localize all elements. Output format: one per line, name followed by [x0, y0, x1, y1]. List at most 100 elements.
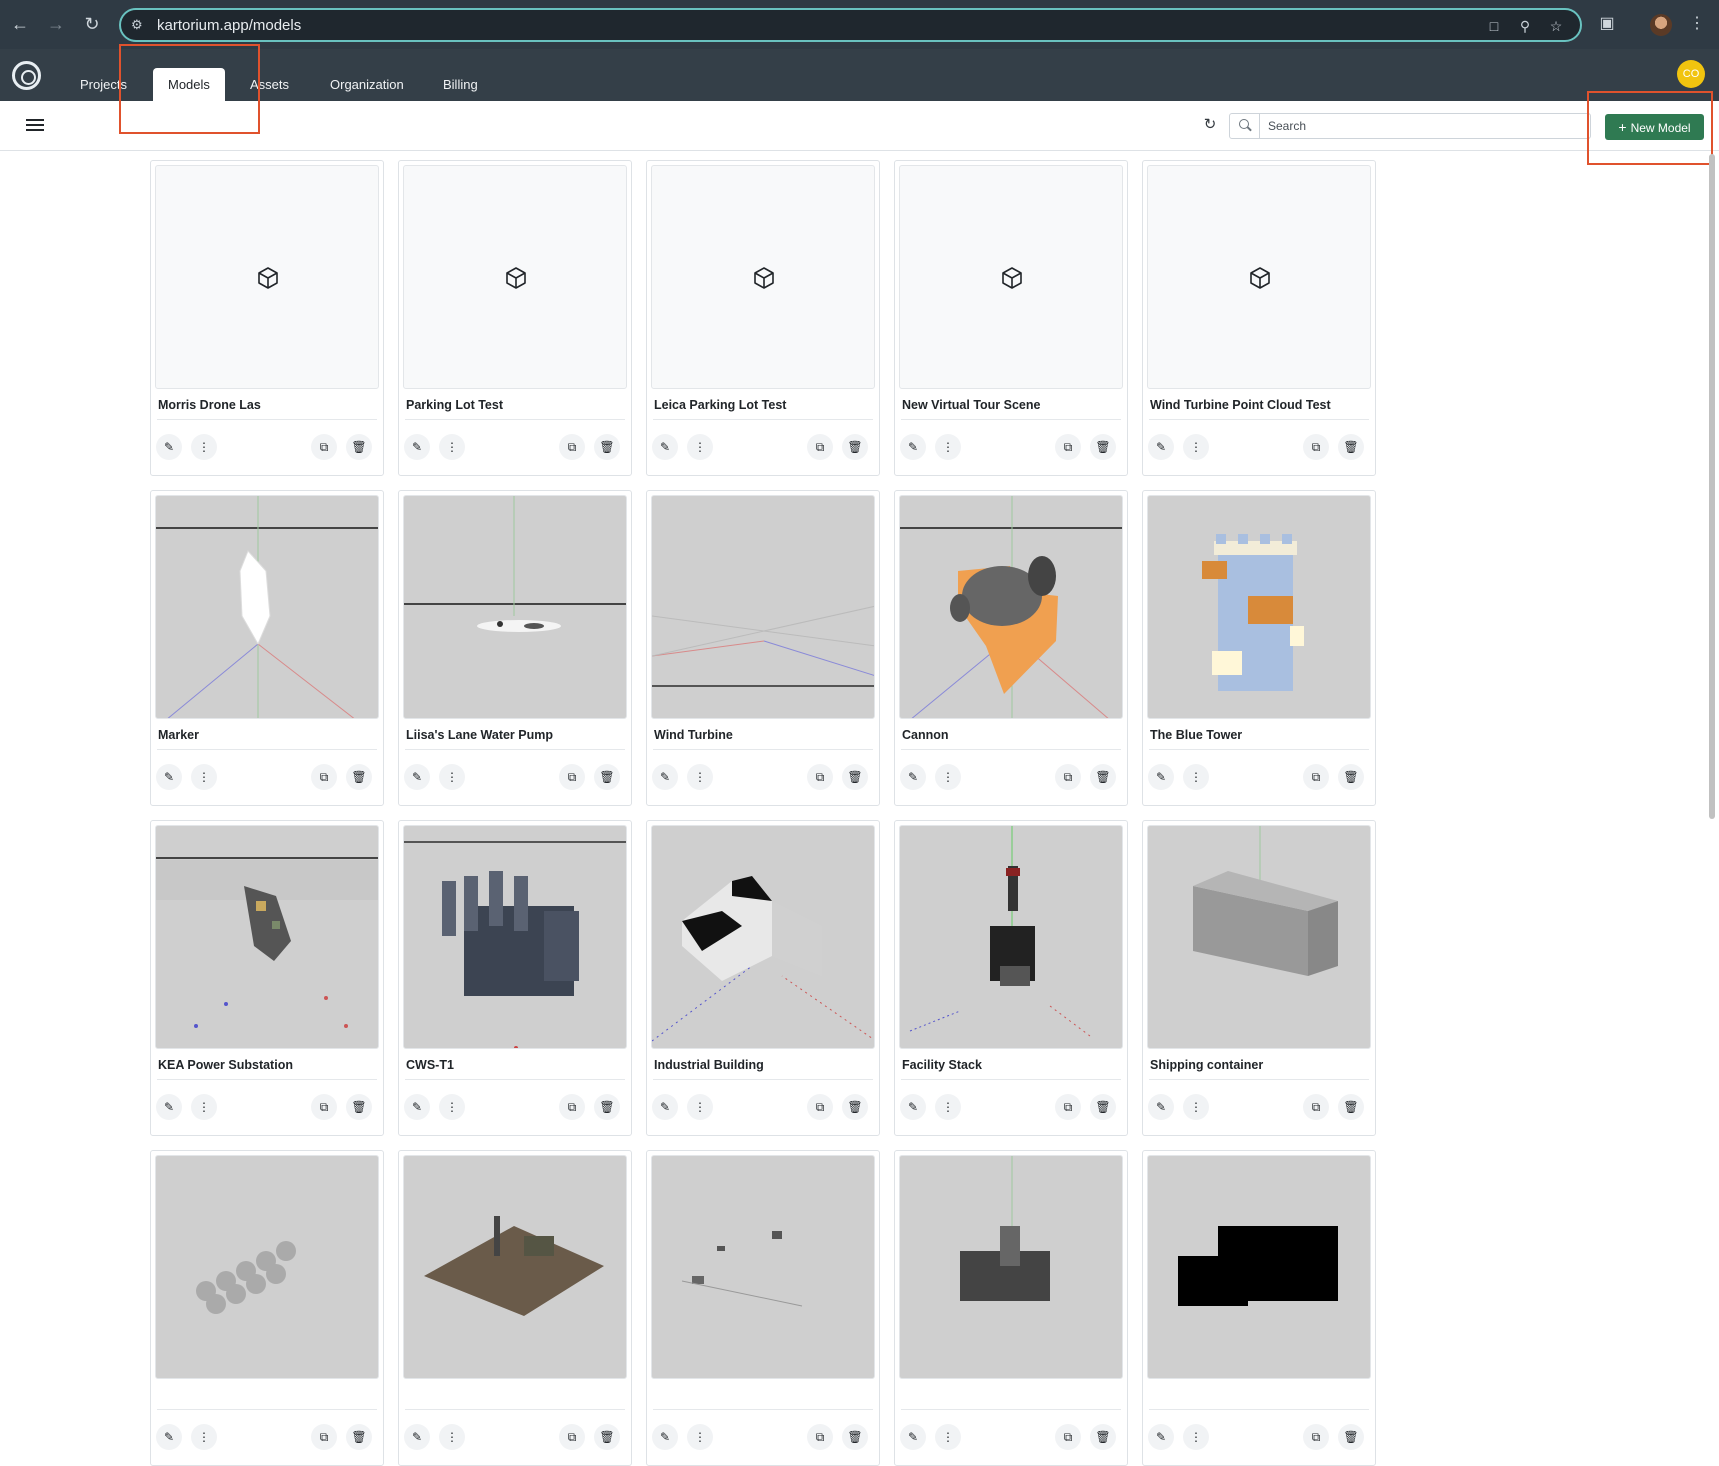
url-text[interactable]: kartorium.app/models — [157, 17, 301, 34]
zoom-icon[interactable]: ⚲ — [1516, 17, 1534, 35]
edit-icon[interactable]: ✎ — [652, 764, 678, 790]
more-options-icon[interactable]: ⋮ — [1183, 764, 1209, 790]
model-card-leica-parking-lot-test[interactable]: Leica Parking Lot Test ✎ ⋮ ⧉ 🗑 — [646, 160, 880, 476]
duplicate-icon[interactable]: ⧉ — [559, 434, 585, 460]
trash-icon[interactable]: 🗑 — [1338, 434, 1364, 460]
address-bar[interactable]: ⚙ kartorium.app/models □ ⚲ ☆ — [119, 8, 1582, 42]
more-options-icon[interactable]: ⋮ — [935, 764, 961, 790]
trash-icon[interactable]: 🗑 — [346, 434, 372, 460]
trash-icon[interactable]: 🗑 — [594, 1094, 620, 1120]
more-options-icon[interactable]: ⋮ — [687, 434, 713, 460]
trash-icon[interactable]: 🗑 — [842, 1424, 868, 1450]
tab-assets[interactable]: Assets — [235, 68, 304, 101]
duplicate-icon[interactable]: ⧉ — [1055, 1094, 1081, 1120]
edit-icon[interactable]: ✎ — [1148, 764, 1174, 790]
user-avatar[interactable]: CO — [1677, 60, 1705, 88]
forward-icon[interactable]: → — [44, 12, 68, 36]
trash-icon[interactable]: 🗑 — [594, 764, 620, 790]
duplicate-icon[interactable]: ⧉ — [807, 434, 833, 460]
extensions-icon[interactable]: ▣ — [1595, 12, 1619, 36]
trash-icon[interactable]: 🗑 — [1338, 764, 1364, 790]
edit-icon[interactable]: ✎ — [156, 434, 182, 460]
edit-icon[interactable]: ✎ — [900, 1424, 926, 1450]
edit-icon[interactable]: ✎ — [900, 1094, 926, 1120]
more-options-icon[interactable]: ⋮ — [1183, 1424, 1209, 1450]
model-card-kea-power-substation[interactable]: KEA Power Substation ✎ ⋮ ⧉ 🗑 — [150, 820, 384, 1136]
model-thumbnail[interactable] — [651, 825, 875, 1049]
model-thumbnail[interactable] — [899, 495, 1123, 719]
edit-icon[interactable]: ✎ — [156, 764, 182, 790]
duplicate-icon[interactable]: ⧉ — [311, 764, 337, 790]
more-options-icon[interactable]: ⋮ — [439, 434, 465, 460]
more-options-icon[interactable]: ⋮ — [191, 764, 217, 790]
duplicate-icon[interactable]: ⧉ — [311, 1094, 337, 1120]
more-options-icon[interactable]: ⋮ — [935, 1424, 961, 1450]
duplicate-icon[interactable]: ⧉ — [1055, 764, 1081, 790]
duplicate-icon[interactable]: ⧉ — [559, 764, 585, 790]
edit-icon[interactable]: ✎ — [900, 764, 926, 790]
edit-icon[interactable]: ✎ — [1148, 434, 1174, 460]
trash-icon[interactable]: 🗑 — [1090, 764, 1116, 790]
edit-icon[interactable]: ✎ — [652, 1424, 678, 1450]
model-card-the-blue-tower[interactable]: The Blue Tower ✎ ⋮ ⧉ 🗑 — [1142, 490, 1376, 806]
more-options-icon[interactable]: ⋮ — [687, 764, 713, 790]
scrollbar-thumb[interactable] — [1709, 154, 1715, 819]
more-options-icon[interactable]: ⋮ — [687, 1094, 713, 1120]
more-options-icon[interactable]: ⋮ — [439, 1094, 465, 1120]
model-card-industrial-building[interactable]: Industrial Building ✎ ⋮ ⧉ 🗑 — [646, 820, 880, 1136]
duplicate-icon[interactable]: ⧉ — [559, 1424, 585, 1450]
trash-icon[interactable]: 🗑 — [1338, 1094, 1364, 1120]
trash-icon[interactable]: 🗑 — [1090, 434, 1116, 460]
trash-icon[interactable]: 🗑 — [842, 434, 868, 460]
duplicate-icon[interactable]: ⧉ — [807, 764, 833, 790]
edit-icon[interactable]: ✎ — [404, 1424, 430, 1450]
edit-icon[interactable]: ✎ — [900, 434, 926, 460]
model-thumbnail[interactable] — [651, 165, 875, 389]
model-thumbnail[interactable] — [1147, 165, 1371, 389]
model-card-wind-turbine-point-cloud-test[interactable]: Wind Turbine Point Cloud Test ✎ ⋮ ⧉ 🗑 — [1142, 160, 1376, 476]
new-model-button[interactable]: + New Model — [1605, 114, 1704, 140]
tab-models[interactable]: Models — [153, 68, 225, 101]
model-thumbnail[interactable] — [651, 495, 875, 719]
duplicate-icon[interactable]: ⧉ — [1055, 1424, 1081, 1450]
model-thumbnail[interactable] — [403, 165, 627, 389]
model-thumbnail[interactable] — [1147, 495, 1371, 719]
model-card-cws-t1[interactable]: CWS-T1 ✎ ⋮ ⧉ 🗑 — [398, 820, 632, 1136]
edit-icon[interactable]: ✎ — [1148, 1424, 1174, 1450]
duplicate-icon[interactable]: ⧉ — [559, 1094, 585, 1120]
model-card-parking-lot-test[interactable]: Parking Lot Test ✎ ⋮ ⧉ 🗑 — [398, 160, 632, 476]
model-card-marker[interactable]: Marker ✎ ⋮ ⧉ 🗑 — [150, 490, 384, 806]
model-thumbnail[interactable] — [403, 825, 627, 1049]
duplicate-icon[interactable]: ⧉ — [1303, 764, 1329, 790]
more-options-icon[interactable]: ⋮ — [1183, 1094, 1209, 1120]
refresh-icon[interactable]: ↻ — [1201, 116, 1219, 134]
search-input[interactable] — [1268, 117, 1578, 135]
model-card-row4-1[interactable]: ✎ ⋮ ⧉ 🗑 — [150, 1150, 384, 1466]
edit-icon[interactable]: ✎ — [156, 1424, 182, 1450]
model-thumbnail[interactable] — [651, 1155, 875, 1379]
trash-icon[interactable]: 🗑 — [1090, 1424, 1116, 1450]
model-thumbnail[interactable] — [155, 1155, 379, 1379]
duplicate-icon[interactable]: ⧉ — [311, 1424, 337, 1450]
model-card-liisas-lane-water-pump[interactable]: Liisa's Lane Water Pump ✎ ⋮ ⧉ 🗑 — [398, 490, 632, 806]
model-card-morris-drone-las[interactable]: Morris Drone Las ✎ ⋮ ⧉ 🗑 — [150, 160, 384, 476]
duplicate-icon[interactable]: ⧉ — [1303, 434, 1329, 460]
model-thumbnail[interactable] — [155, 495, 379, 719]
model-card-row4-5[interactable]: ✎ ⋮ ⧉ 🗑 — [1142, 1150, 1376, 1466]
trash-icon[interactable]: 🗑 — [346, 1424, 372, 1450]
model-thumbnail[interactable] — [403, 495, 627, 719]
bookmark-star-icon[interactable]: ☆ — [1547, 17, 1565, 35]
model-thumbnail[interactable] — [155, 165, 379, 389]
model-thumbnail[interactable] — [1147, 825, 1371, 1049]
clipboard-icon[interactable]: □ — [1485, 17, 1503, 35]
back-icon[interactable]: ← — [8, 12, 32, 36]
model-thumbnail[interactable] — [403, 1155, 627, 1379]
trash-icon[interactable]: 🗑 — [346, 1094, 372, 1120]
trash-icon[interactable]: 🗑 — [842, 764, 868, 790]
edit-icon[interactable]: ✎ — [404, 764, 430, 790]
trash-icon[interactable]: 🗑 — [1090, 1094, 1116, 1120]
duplicate-icon[interactable]: ⧉ — [807, 1094, 833, 1120]
more-options-icon[interactable]: ⋮ — [439, 764, 465, 790]
browser-profile-avatar[interactable] — [1650, 14, 1672, 36]
edit-icon[interactable]: ✎ — [1148, 1094, 1174, 1120]
